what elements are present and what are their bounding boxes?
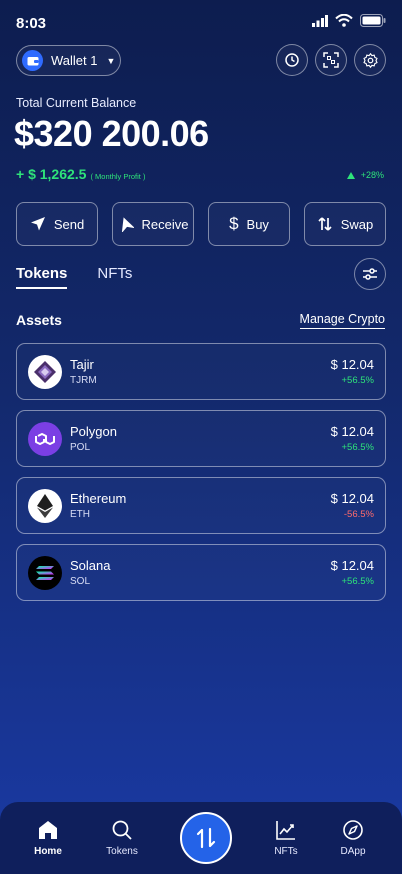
swap-button[interactable]: Swap — [304, 202, 386, 246]
profit-note: ( Monthly Profit ) — [90, 172, 146, 181]
asset-price: $ 12.04 — [330, 558, 374, 573]
asset-name: Solana — [70, 558, 111, 573]
send-label: Send — [53, 216, 85, 232]
asset-list: Tajir TJRM $ 12.04 +56.5% Polygon POL $ … — [16, 343, 386, 601]
ethereum-logo-icon — [28, 488, 62, 523]
monthly-profit: + $ 1,262.5 ( Monthly Profit ) — [16, 166, 145, 182]
balance-percent: +28% — [360, 170, 384, 180]
send-icon — [30, 217, 45, 231]
send-button[interactable]: Send — [16, 202, 98, 246]
solana-logo-icon — [28, 555, 62, 590]
compass-icon — [343, 820, 363, 840]
receive-icon — [121, 217, 134, 232]
asset-row-tajir[interactable]: Tajir TJRM $ 12.04 +56.5% — [16, 343, 386, 400]
nav-home[interactable]: Home — [18, 819, 78, 857]
asset-change: +56.5% — [341, 375, 375, 386]
receive-button[interactable]: Receive — [112, 202, 194, 246]
tab-nfts[interactable]: NFTs — [97, 265, 132, 289]
dollar-icon: $ — [229, 214, 239, 233]
settings-button[interactable] — [354, 44, 386, 76]
asset-change: +56.5% — [341, 576, 375, 587]
balance-value: $320 200.06 — [14, 113, 209, 154]
assets-title: Assets — [16, 312, 62, 328]
buy-button[interactable]: $ Buy — [208, 202, 290, 246]
bottom-nav: Home Tokens NFTs DApp — [0, 802, 402, 874]
asset-name: Ethereum — [70, 491, 127, 506]
receive-label: Receive — [141, 216, 189, 232]
filter-button[interactable] — [354, 258, 386, 290]
nav-tokens[interactable]: Tokens — [92, 819, 152, 857]
home-icon — [39, 821, 57, 839]
balance-change: +28% — [346, 170, 384, 180]
asset-symbol: TJRM — [70, 375, 97, 386]
nav-nfts[interactable]: NFTs — [256, 819, 316, 857]
polygon-logo-icon — [28, 421, 62, 456]
triangle-up-icon — [346, 171, 355, 179]
swap-label: Swap — [340, 216, 374, 232]
asset-change: -56.5% — [343, 509, 374, 520]
scan-qr-button[interactable] — [315, 44, 347, 76]
asset-symbol: POL — [70, 442, 91, 453]
asset-row-polygon[interactable]: Polygon POL $ 12.04 +56.5% — [16, 410, 386, 467]
tajir-logo-icon — [28, 354, 62, 389]
asset-tabs: Tokens NFTs — [16, 265, 132, 289]
battery-icon — [360, 14, 386, 27]
asset-price: $ 12.04 — [330, 424, 374, 439]
status-time: 8:03 — [16, 15, 47, 32]
top-actions — [276, 44, 386, 76]
asset-row-ethereum[interactable]: Ethereum ETH $ 12.04 -56.5% — [16, 477, 386, 534]
nav-home-label: Home — [34, 846, 62, 857]
profit-amount: + $ 1,262.5 — [16, 166, 87, 182]
wallet-icon — [22, 50, 43, 71]
tab-tokens[interactable]: Tokens — [16, 265, 68, 289]
wallet-selector[interactable]: Wallet 1 ▼ — [16, 45, 121, 76]
asset-name: Polygon — [70, 424, 117, 439]
asset-price: $ 12.04 — [330, 357, 374, 372]
history-button[interactable] — [276, 44, 308, 76]
swap-icon — [318, 217, 332, 231]
status-bar: 8:03 — [0, 0, 402, 44]
asset-symbol: SOL — [70, 576, 91, 587]
nav-dapp[interactable]: DApp — [323, 819, 383, 857]
chart-icon — [276, 821, 295, 840]
sliders-icon — [363, 268, 377, 280]
nav-tokens-label: Tokens — [106, 846, 138, 857]
swap-fab-button[interactable] — [180, 812, 232, 864]
asset-symbol: ETH — [70, 509, 90, 520]
nav-dapp-label: DApp — [340, 846, 366, 857]
status-icons — [312, 14, 386, 27]
buy-label: Buy — [246, 216, 269, 232]
gear-icon — [362, 52, 378, 68]
search-icon — [112, 820, 132, 840]
signal-icon — [312, 14, 328, 27]
asset-name: Tajir — [70, 357, 94, 372]
manage-crypto-link[interactable]: Manage Crypto — [299, 312, 385, 329]
balance-label: Total Current Balance — [16, 96, 137, 110]
nav-nfts-label: NFTs — [274, 846, 298, 857]
action-buttons: Send Receive $ Buy Swap — [16, 202, 386, 246]
asset-change: +56.5% — [341, 442, 375, 453]
chevron-down-icon: ▼ — [106, 55, 116, 66]
swap-arrows-icon — [196, 827, 216, 849]
wallet-name: Wallet 1 — [51, 53, 98, 68]
history-icon — [285, 53, 299, 67]
asset-row-solana[interactable]: Solana SOL $ 12.04 +56.5% — [16, 544, 386, 601]
wifi-icon — [335, 14, 353, 27]
asset-price: $ 12.04 — [330, 491, 374, 506]
qr-scan-icon — [323, 52, 339, 68]
